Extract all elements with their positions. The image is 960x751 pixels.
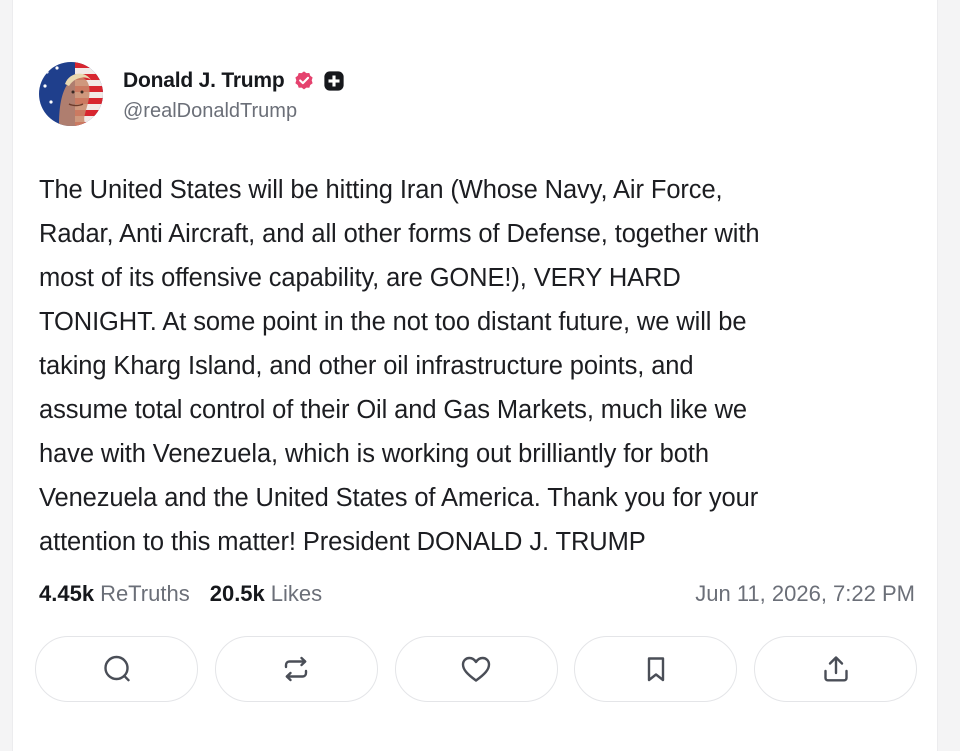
name-row: Donald J. Trump bbox=[123, 66, 345, 96]
like-button[interactable] bbox=[394, 636, 558, 702]
post-timestamp[interactable]: Jun 11, 2026, 7:22 PM bbox=[695, 581, 915, 607]
avatar-image bbox=[39, 62, 103, 126]
verified-badge-icon bbox=[293, 70, 315, 92]
heart-icon bbox=[459, 653, 493, 685]
likes-stat[interactable]: 20.5k Likes bbox=[210, 581, 322, 607]
post-card: Donald J. Trump @realDonaldTrump The Uni… bbox=[12, 0, 938, 751]
avatar[interactable] bbox=[39, 62, 103, 126]
share-icon bbox=[820, 653, 852, 685]
retruths-label: ReTruths bbox=[100, 581, 190, 606]
repost-icon bbox=[280, 653, 312, 685]
author-handle[interactable]: @realDonaldTrump bbox=[123, 100, 345, 123]
bookmark-button[interactable] bbox=[574, 636, 738, 702]
bookmark-icon bbox=[640, 653, 672, 685]
post-header: Donald J. Trump @realDonaldTrump bbox=[39, 62, 345, 126]
post-stats: 4.45k ReTruths 20.5k Likes Jun 11, 2026,… bbox=[39, 578, 915, 610]
share-button[interactable] bbox=[754, 636, 917, 702]
action-bar bbox=[35, 636, 917, 702]
reply-button[interactable] bbox=[35, 636, 198, 702]
likes-count: 20.5k bbox=[209, 581, 265, 606]
page: Donald J. Trump @realDonaldTrump The Uni… bbox=[0, 0, 960, 751]
post-text: The United States will be hitting Iran (… bbox=[39, 176, 760, 556]
author-display-name[interactable]: Donald J. Trump bbox=[123, 69, 285, 93]
author-names: Donald J. Trump @realDonaldTrump bbox=[123, 66, 345, 123]
retruths-count: 4.45k bbox=[39, 581, 95, 606]
plus-badge-icon bbox=[323, 70, 345, 92]
comment-icon bbox=[101, 653, 133, 685]
retruth-button[interactable] bbox=[214, 636, 378, 702]
retruths-stat[interactable]: 4.45k ReTruths bbox=[39, 581, 190, 607]
likes-label: Likes bbox=[270, 581, 323, 606]
